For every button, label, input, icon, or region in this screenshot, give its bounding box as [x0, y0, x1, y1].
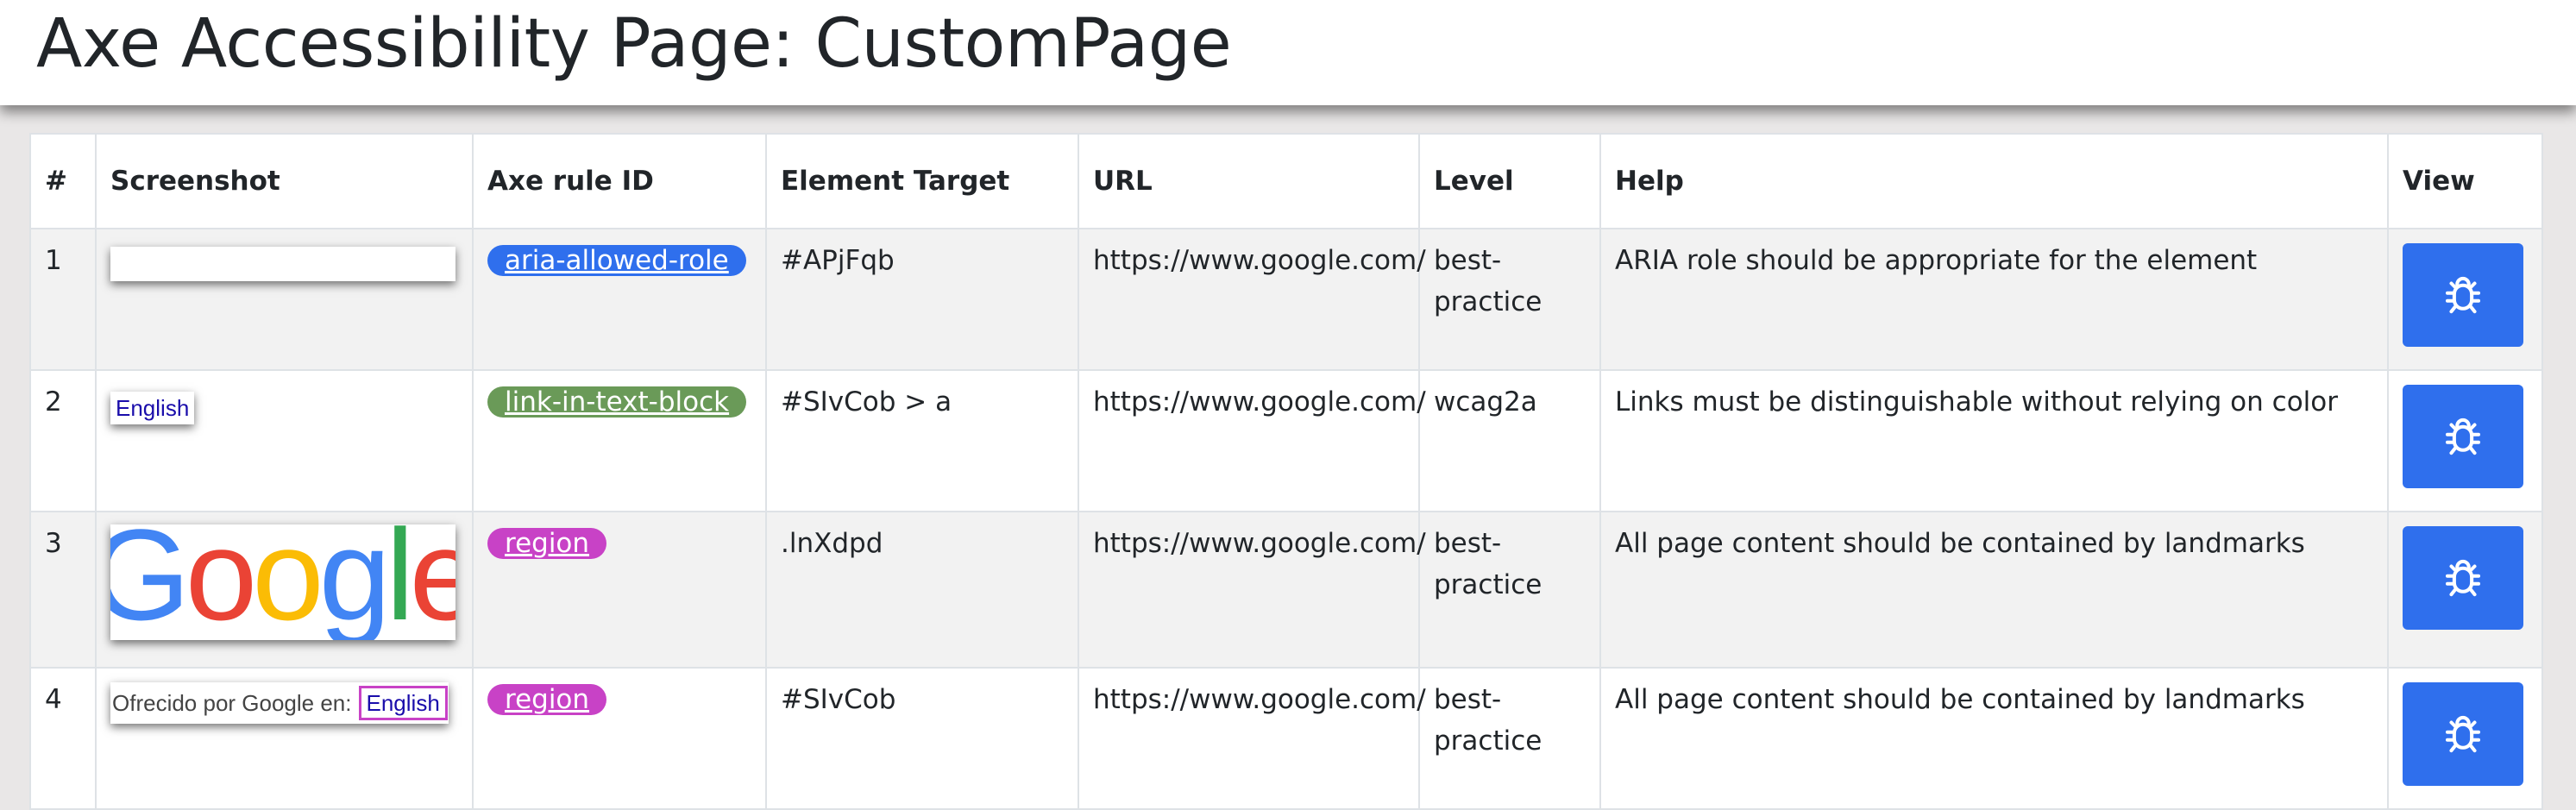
header-screenshot: Screenshot	[95, 133, 474, 229]
row-number: 3	[29, 511, 97, 669]
view-button[interactable]	[2403, 385, 2523, 488]
help-cell: All page content should be contained by …	[1599, 511, 2389, 669]
bug-icon	[2445, 559, 2481, 597]
view-button[interactable]	[2403, 682, 2523, 786]
row-number: 2	[29, 369, 97, 512]
rule-cell: link-in-text-block	[472, 369, 767, 512]
rule-id-link[interactable]: region	[487, 528, 607, 559]
screenshot-text: Ofrecido por Google en:	[112, 690, 352, 716]
view-button[interactable]	[2403, 243, 2523, 347]
rule-id-link[interactable]: link-in-text-block	[487, 386, 747, 418]
screenshot-thumbnail: Ofrecido por Google en: English	[110, 682, 449, 724]
url-cell: https://www.google.com/	[1078, 228, 1426, 371]
help-cell: All page content should be contained by …	[1599, 667, 2389, 810]
results-table: # Screenshot Axe rule ID Element Target …	[29, 133, 2543, 810]
header-element-target: Element Target	[765, 133, 1079, 229]
table-row: 1 aria-allowed-role #APjFqb https://www.…	[29, 228, 2543, 371]
bug-icon	[2445, 276, 2481, 314]
header-rule-id: Axe rule ID	[472, 133, 767, 229]
header-url: URL	[1078, 133, 1420, 229]
element-target: #SIvCob	[765, 667, 1079, 810]
header-number: #	[29, 133, 97, 229]
url-cell: https://www.google.com/	[1078, 511, 1426, 669]
google-logo: Google	[110, 524, 456, 640]
bug-icon	[2445, 418, 2481, 455]
screenshot-thumbnail	[110, 247, 456, 281]
level-cell: best-practice	[1418, 511, 1601, 669]
table-row: 3 Google region .lnXdpd https://www.goog…	[29, 511, 2543, 669]
help-cell: Links must be distinguishable without re…	[1599, 369, 2389, 512]
bug-icon	[2445, 715, 2481, 753]
screenshot-link-text: English	[358, 686, 448, 720]
results-table-container: # Screenshot Axe rule ID Element Target …	[29, 133, 2543, 810]
table-header-row: # Screenshot Axe rule ID Element Target …	[29, 133, 2543, 229]
header-view: View	[2387, 133, 2543, 229]
screenshot-cell: English	[95, 369, 474, 512]
svg-text:Google: Google	[110, 524, 456, 640]
url-cell: https://www.google.com/	[1078, 667, 1426, 810]
element-target: #SIvCob > a	[765, 369, 1079, 512]
view-button[interactable]	[2403, 526, 2523, 630]
screenshot-cell	[95, 228, 474, 371]
rule-cell: aria-allowed-role	[472, 228, 767, 371]
header-level: Level	[1418, 133, 1601, 229]
header-help: Help	[1599, 133, 2389, 229]
level-cell: best-practice	[1418, 228, 1601, 371]
rule-id-link[interactable]: region	[487, 684, 607, 715]
screenshot-thumbnail: English	[110, 392, 195, 424]
rule-cell: region	[472, 511, 767, 669]
element-target: .lnXdpd	[765, 511, 1079, 669]
url-cell: https://www.google.com/	[1078, 369, 1426, 512]
view-cell	[2387, 667, 2543, 810]
page-title: Axe Accessibility Page: CustomPage	[36, 5, 1232, 83]
view-cell	[2387, 369, 2543, 512]
view-cell	[2387, 511, 2543, 669]
table-row: 2 English link-in-text-block #SIvCob > a…	[29, 369, 2543, 512]
rule-id-link[interactable]: aria-allowed-role	[487, 245, 746, 276]
help-cell: ARIA role should be appropriate for the …	[1599, 228, 2389, 371]
screenshot-cell: Ofrecido por Google en: English	[95, 667, 474, 810]
element-target: #APjFqb	[765, 228, 1079, 371]
rule-cell: region	[472, 667, 767, 810]
level-cell: best-practice	[1418, 667, 1601, 810]
page-header: Axe Accessibility Page: CustomPage	[0, 0, 2576, 105]
screenshot-cell: Google	[95, 511, 474, 669]
row-number: 4	[29, 667, 97, 810]
level-cell: wcag2a	[1418, 369, 1601, 512]
row-number: 1	[29, 228, 97, 371]
view-cell	[2387, 228, 2543, 371]
screenshot-thumbnail: Google	[110, 524, 456, 640]
table-row: 4 Ofrecido por Google en: English region…	[29, 667, 2543, 810]
